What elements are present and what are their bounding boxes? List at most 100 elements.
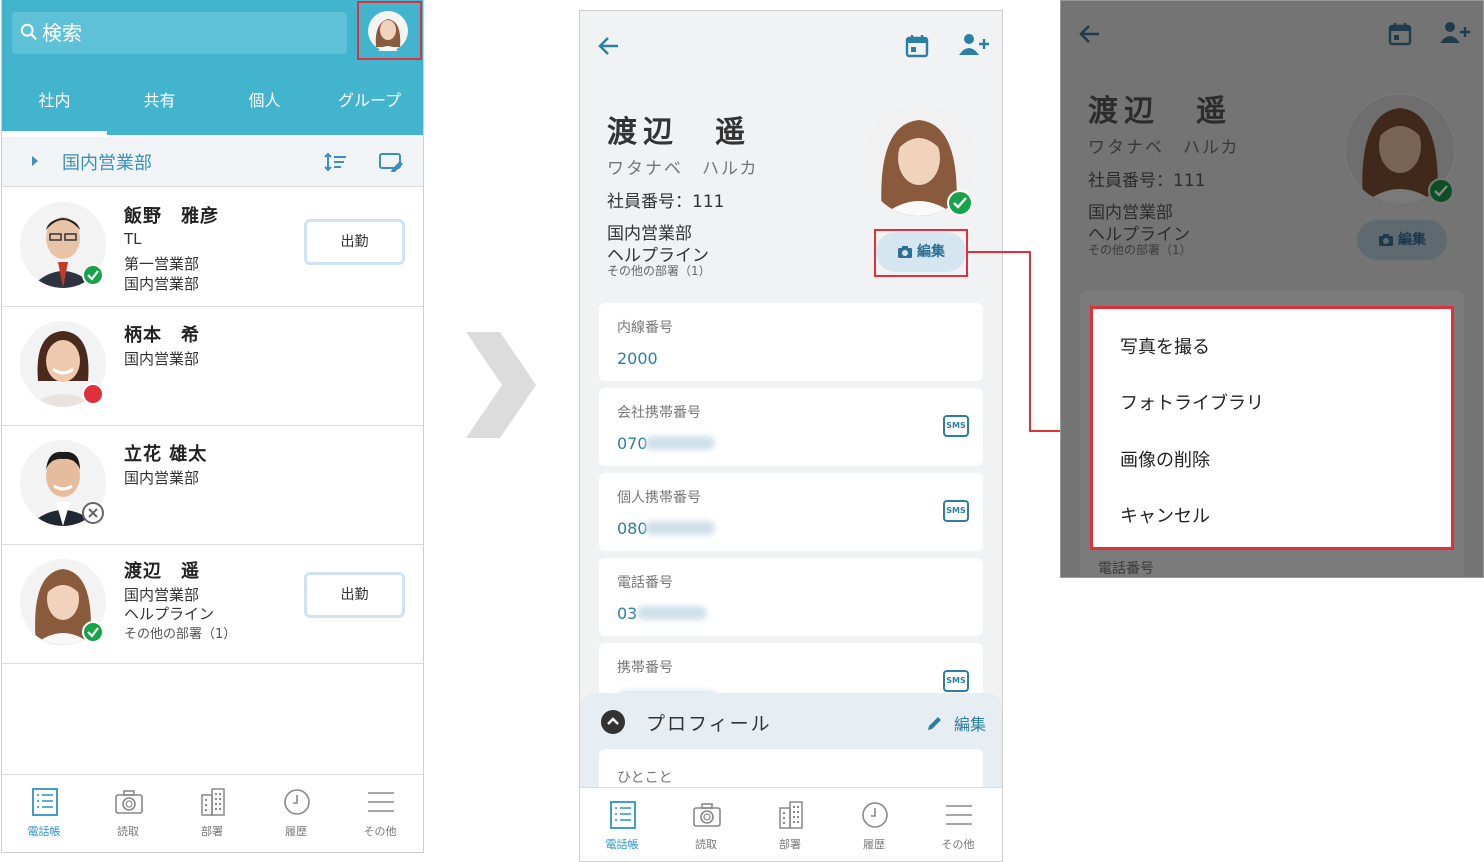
phonebook-icon xyxy=(32,788,58,816)
calendar-icon xyxy=(1388,23,1412,46)
employee-number: 社員番号：111 xyxy=(1088,171,1206,191)
person-dept: 第一営業部 xyxy=(124,255,200,273)
nav-other[interactable]: その他 xyxy=(338,775,422,852)
list-item[interactable]: 飯野 雅彦 TL 第一営業部 国内営業部 出勤 xyxy=(2,188,423,307)
field-value[interactable]: 2000 xyxy=(617,349,658,368)
attendance-button[interactable]: 出勤 xyxy=(304,219,405,265)
calendar-icon[interactable] xyxy=(904,33,930,59)
building-icon xyxy=(201,788,225,816)
field-label: 内線番号 xyxy=(617,320,673,336)
menu-icon xyxy=(368,792,394,812)
field-value[interactable]: 03 xyxy=(617,604,637,623)
search-icon xyxy=(20,23,37,40)
add-contact-icon[interactable] xyxy=(958,31,990,57)
menu-delete-image[interactable]: 画像の削除 xyxy=(1120,446,1210,472)
hitokoto-label: ひとこと xyxy=(617,770,673,786)
back-arrow-icon[interactable] xyxy=(596,33,622,59)
expand-triangle-icon[interactable] xyxy=(32,156,38,166)
edit-photo-button[interactable]: 編集 xyxy=(876,232,966,272)
tab-kojin[interactable]: 個人 xyxy=(212,80,317,135)
nav-label: 読取 xyxy=(695,838,717,851)
nav-history[interactable]: 履歴 xyxy=(254,775,338,852)
sms-button[interactable]: SMS xyxy=(943,415,969,437)
nav-other[interactable]: その他 xyxy=(916,788,1000,861)
contact-name: 渡辺 遥 xyxy=(607,115,751,150)
edit-photo-label: 編集 xyxy=(917,244,945,260)
sort-icon[interactable] xyxy=(324,152,348,172)
field-phone[interactable]: 電話番号 03 xyxy=(599,558,983,636)
edit-photo-label: 編集 xyxy=(1398,232,1426,248)
list-item[interactable]: 柄本 希 国内営業部 xyxy=(2,307,423,426)
my-avatar xyxy=(368,11,408,51)
dept-header[interactable]: 国内営業部 xyxy=(2,137,423,187)
field-label: 個人携帯番号 xyxy=(617,490,701,506)
nav-department[interactable]: 部署 xyxy=(748,788,832,861)
nav-label: 部署 xyxy=(201,825,223,838)
list-item[interactable]: 立花 雄太 国内営業部 xyxy=(2,426,423,545)
tab-label: グループ xyxy=(337,91,402,110)
employee-number: 社員番号：111 xyxy=(607,192,725,212)
field-label: 会社携帯番号 xyxy=(617,405,701,421)
field-personal-mobile[interactable]: 個人携帯番号 080 SMS xyxy=(599,473,983,551)
person-name: 飯野 雅彦 xyxy=(124,206,219,227)
top-bar: 検索 社内 共有 個人 グループ xyxy=(2,0,423,135)
nav-history[interactable]: 履歴 xyxy=(832,788,916,861)
person-dept: 国内営業部 xyxy=(124,350,200,368)
bottom-nav: 電話帳 読取 部署 履歴 その他 xyxy=(580,787,1002,861)
contact-detail-screen: 渡辺 遥 ワタナベ ハルカ 社員番号：111 国内営業部 ヘルプライン その他の… xyxy=(579,10,1003,862)
busy-status-icon xyxy=(82,383,104,405)
tab-shanai[interactable]: 社内 xyxy=(2,80,107,135)
tab-group[interactable]: グループ xyxy=(317,80,422,135)
person-dept: 国内営業部 xyxy=(124,275,200,293)
search-input[interactable]: 検索 xyxy=(12,12,347,54)
person-dept: 国内営業部 xyxy=(124,586,200,604)
menu-photo-library[interactable]: フォトライブラリ xyxy=(1120,389,1264,415)
tab-label: 個人 xyxy=(248,91,281,110)
sms-button[interactable]: SMS xyxy=(943,670,969,692)
list-item[interactable]: 渡辺 遥 国内営業部 ヘルプライン その他の部署（1） 出勤 xyxy=(2,545,423,664)
person-title: TL xyxy=(124,230,142,248)
nav-scan[interactable]: 読取 xyxy=(86,775,170,852)
profile-section-title: プロフィール xyxy=(646,713,772,735)
edit-list-icon[interactable] xyxy=(378,151,404,173)
person-dept: ヘルプライン xyxy=(124,605,215,623)
person-name: 柄本 希 xyxy=(124,325,200,346)
camera-icon xyxy=(898,246,912,258)
pencil-icon xyxy=(927,717,941,730)
camera-icon xyxy=(693,803,721,827)
field-company-mobile[interactable]: 会社携帯番号 070 SMS xyxy=(599,388,983,466)
nav-scan[interactable]: 読取 xyxy=(664,788,748,861)
nav-department[interactable]: 部署 xyxy=(170,775,254,852)
building-icon xyxy=(779,801,803,829)
nav-label: 読取 xyxy=(117,825,139,838)
contact-name: 渡辺 遥 xyxy=(1088,94,1232,129)
my-avatar-highlight[interactable] xyxy=(357,1,422,60)
contact-other-depts: その他の部署（1） xyxy=(1088,243,1192,257)
nav-label: 履歴 xyxy=(863,838,885,851)
profile-edit-label: 編集 xyxy=(953,715,986,734)
profile-edit-button[interactable]: 編集 xyxy=(926,711,986,735)
field-extension[interactable]: 内線番号 2000 xyxy=(599,303,983,381)
connector-line xyxy=(1029,251,1031,432)
collapse-chevron-icon[interactable] xyxy=(600,709,626,735)
redacted-number xyxy=(637,606,707,620)
nav-label: 部署 xyxy=(779,838,801,851)
nav-phonebook[interactable]: 電話帳 xyxy=(580,788,664,861)
nav-label: その他 xyxy=(363,825,397,838)
field-value[interactable]: 070 xyxy=(617,434,648,453)
menu-take-photo[interactable]: 写真を撮る xyxy=(1120,333,1210,359)
nav-phonebook[interactable]: 電話帳 xyxy=(2,775,86,852)
contact-other-depts: その他の部署（1） xyxy=(607,264,711,278)
field-value[interactable]: 080 xyxy=(617,519,648,538)
clock-icon xyxy=(862,802,888,828)
online-status-icon xyxy=(82,264,104,286)
tab-kyouyuu[interactable]: 共有 xyxy=(107,80,212,135)
sms-button[interactable]: SMS xyxy=(943,500,969,522)
attendance-button[interactable]: 出勤 xyxy=(304,572,405,618)
search-placeholder: 検索 xyxy=(42,21,82,45)
contact-kana: ワタナベ ハルカ xyxy=(607,159,759,179)
camera-icon xyxy=(115,790,143,814)
nav-label: その他 xyxy=(941,838,975,851)
menu-cancel[interactable]: キャンセル xyxy=(1120,502,1210,528)
edit-photo-button: 編集 xyxy=(1357,220,1447,260)
